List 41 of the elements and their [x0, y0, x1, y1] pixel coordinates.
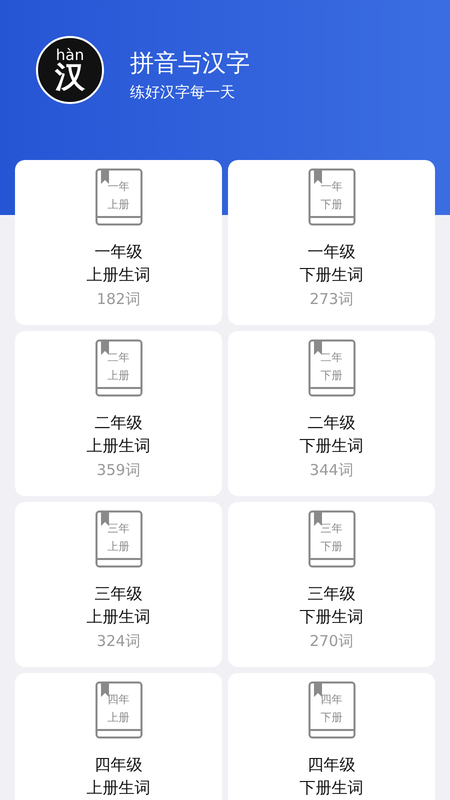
volume-label: 下册生词 [300, 606, 364, 628]
volume-label: 上册生词 [86, 435, 150, 457]
book-icon: 四年 上册 [94, 681, 142, 739]
volume-label: 下册生词 [300, 777, 364, 799]
grade-label: 二年级 [308, 412, 356, 434]
app-subtitle: 练好汉字每一天 [130, 83, 236, 102]
book-card[interactable]: 三年 下册 三年级 下册生词 270词 [228, 502, 435, 667]
book-card[interactable]: 二年 上册 二年级 上册生词 359词 [15, 331, 222, 496]
book-icon: 一年 上册 [94, 168, 142, 226]
app-logo: hàn 汉 [36, 36, 104, 104]
book-card[interactable]: 二年 下册 二年级 下册生词 344词 [228, 331, 435, 496]
book-icon: 三年 下册 [308, 510, 356, 568]
book-icon: 二年 上册 [94, 339, 142, 397]
grade-label: 四年级 [308, 754, 356, 776]
volume-label: 下册生词 [300, 264, 364, 286]
volume-label: 上册生词 [86, 606, 150, 628]
word-count: 324词 [96, 632, 140, 651]
grade-label: 三年级 [94, 583, 142, 605]
grade-label: 一年级 [94, 241, 142, 263]
word-count: 182词 [96, 290, 140, 309]
book-icon: 一年 下册 [308, 168, 356, 226]
book-icon: 四年 下册 [308, 681, 356, 739]
volume-label: 下册生词 [300, 435, 364, 457]
grade-label: 二年级 [94, 412, 142, 434]
word-count: 273词 [310, 290, 354, 309]
book-card[interactable]: 一年 下册 一年级 下册生词 273词 [228, 160, 435, 325]
book-icon: 三年 上册 [94, 510, 142, 568]
book-icon: 二年 下册 [308, 339, 356, 397]
word-count: 359词 [96, 461, 140, 480]
grade-label: 一年级 [308, 241, 356, 263]
book-card[interactable]: 四年 上册 四年级 上册生词 [15, 673, 222, 800]
app-title: 拼音与汉字 [130, 48, 250, 79]
volume-label: 上册生词 [86, 264, 150, 286]
word-count: 270词 [310, 632, 354, 651]
book-card[interactable]: 三年 上册 三年级 上册生词 324词 [15, 502, 222, 667]
book-card[interactable]: 四年 下册 四年级 下册生词 [228, 673, 435, 800]
word-count: 344词 [310, 461, 354, 480]
grade-label: 四年级 [94, 754, 142, 776]
volume-label: 上册生词 [86, 777, 150, 799]
grade-label: 三年级 [308, 583, 356, 605]
book-card[interactable]: 一年 上册 一年级 上册生词 182词 [15, 160, 222, 325]
